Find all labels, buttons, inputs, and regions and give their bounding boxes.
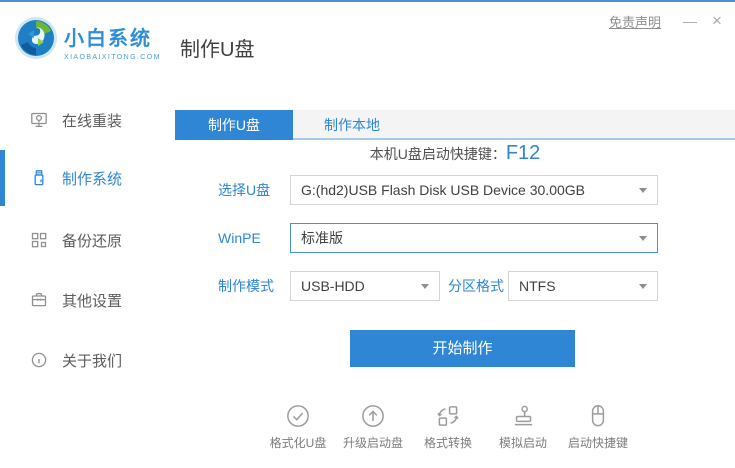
- tool-simulate-boot[interactable]: 模拟启动: [491, 402, 555, 451]
- settings-toolbox-icon: [31, 292, 47, 307]
- sidebar-item-label: 关于我们: [62, 352, 123, 370]
- disclaimer-link[interactable]: 免责声明: [609, 12, 661, 31]
- window-controls: 免责声明 — ×: [609, 11, 731, 31]
- chevron-down-icon: [639, 188, 647, 193]
- sidebar-item-label: 其他设置: [62, 292, 123, 310]
- tool-label: 格式转换: [423, 436, 472, 450]
- boot-hotkey-icon: [591, 405, 605, 427]
- window-accent-line: [0, 0, 735, 2]
- winpe-select-value: 标准版: [301, 230, 343, 246]
- minimize-icon[interactable]: —: [677, 13, 703, 29]
- upgrade-bootdisk-icon: [362, 405, 384, 427]
- tool-format-convert[interactable]: 格式转换: [416, 402, 480, 451]
- partition-select-label: 分区格式: [448, 278, 504, 294]
- simulate-boot-icon: [514, 405, 533, 426]
- info-icon: [31, 352, 47, 368]
- usb-select-label: 选择U盘: [218, 182, 271, 198]
- close-icon[interactable]: ×: [703, 11, 731, 31]
- usb-select-dropdown[interactable]: G:(hd2)USB Flash Disk USB Device 30.00GB: [290, 175, 658, 205]
- sidebar-item-make-system[interactable]: 制作系统: [0, 166, 175, 190]
- app-window: 免责声明 — × 小白系统 XIAOBAIXITONG.COM 制作U盘 在线重…: [0, 0, 735, 468]
- bottom-toolbar: 格式化U盘 升级启动盘 格式转换 模拟启动 启动快捷键: [168, 402, 728, 451]
- format-usb-icon: [287, 405, 309, 427]
- tool-format-usb[interactable]: 格式化U盘: [266, 402, 330, 451]
- tool-upgrade-bootdisk[interactable]: 升级启动盘: [341, 402, 405, 451]
- chevron-down-icon: [421, 284, 429, 289]
- brand-domain: XIAOBAIXITONG.COM: [64, 54, 161, 61]
- tool-boot-hotkey[interactable]: 启动快捷键: [566, 402, 630, 451]
- chevron-down-icon: [639, 236, 647, 241]
- sidebar-item-backup-restore[interactable]: 备份还原: [0, 228, 175, 252]
- sidebar-item-other-settings[interactable]: 其他设置: [0, 288, 175, 312]
- backup-restore-icon: [31, 232, 47, 248]
- tool-label: 升级启动盘: [342, 436, 403, 450]
- boot-hotkey-line: 本机U盘启动快捷键：F12: [175, 142, 735, 165]
- tool-label: 格式化U盘: [269, 436, 327, 450]
- tab-make-usb[interactable]: 制作U盘: [175, 110, 293, 140]
- boot-hotkey-value: F12: [505, 142, 541, 164]
- sidebar-item-about-us[interactable]: 关于我们: [0, 348, 175, 372]
- tool-label: 启动快捷键: [567, 436, 628, 450]
- page-title: 制作U盘: [180, 39, 255, 61]
- tab-make-local[interactable]: 制作本地: [293, 110, 411, 140]
- sidebar-item-online-reinstall[interactable]: 在线重装: [0, 108, 175, 132]
- online-reinstall-icon: [31, 112, 47, 128]
- brand-block: 小白系统 XIAOBAIXITONG.COM: [64, 22, 161, 61]
- usb-select-value: G:(hd2)USB Flash Disk USB Device 30.00GB: [301, 182, 585, 198]
- tab-strip: 制作U盘 制作本地: [175, 110, 735, 140]
- partition-select-value: NTFS: [519, 278, 556, 294]
- sidebar-item-label: 备份还原: [62, 232, 123, 250]
- winpe-select-label: WinPE: [218, 230, 261, 246]
- tool-label: 模拟启动: [498, 436, 547, 450]
- sidebar-item-label: 制作系统: [62, 170, 123, 188]
- mode-select-value: USB-HDD: [301, 278, 365, 294]
- brand-name: 小白系统: [64, 28, 152, 50]
- usb-drive-icon: [34, 170, 44, 186]
- mode-select-dropdown[interactable]: USB-HDD: [290, 271, 440, 301]
- sidebar-item-label: 在线重装: [62, 112, 123, 130]
- partition-select-dropdown[interactable]: NTFS: [508, 271, 658, 301]
- chevron-down-icon: [639, 284, 647, 289]
- mode-select-label: 制作模式: [218, 278, 274, 294]
- boot-hotkey-label: 本机U盘启动快捷键：: [369, 146, 506, 162]
- start-make-button[interactable]: 开始制作: [350, 330, 575, 367]
- winpe-select-dropdown[interactable]: 标准版: [290, 223, 658, 253]
- format-convert-icon: [437, 406, 459, 426]
- app-logo-icon: [15, 17, 57, 59]
